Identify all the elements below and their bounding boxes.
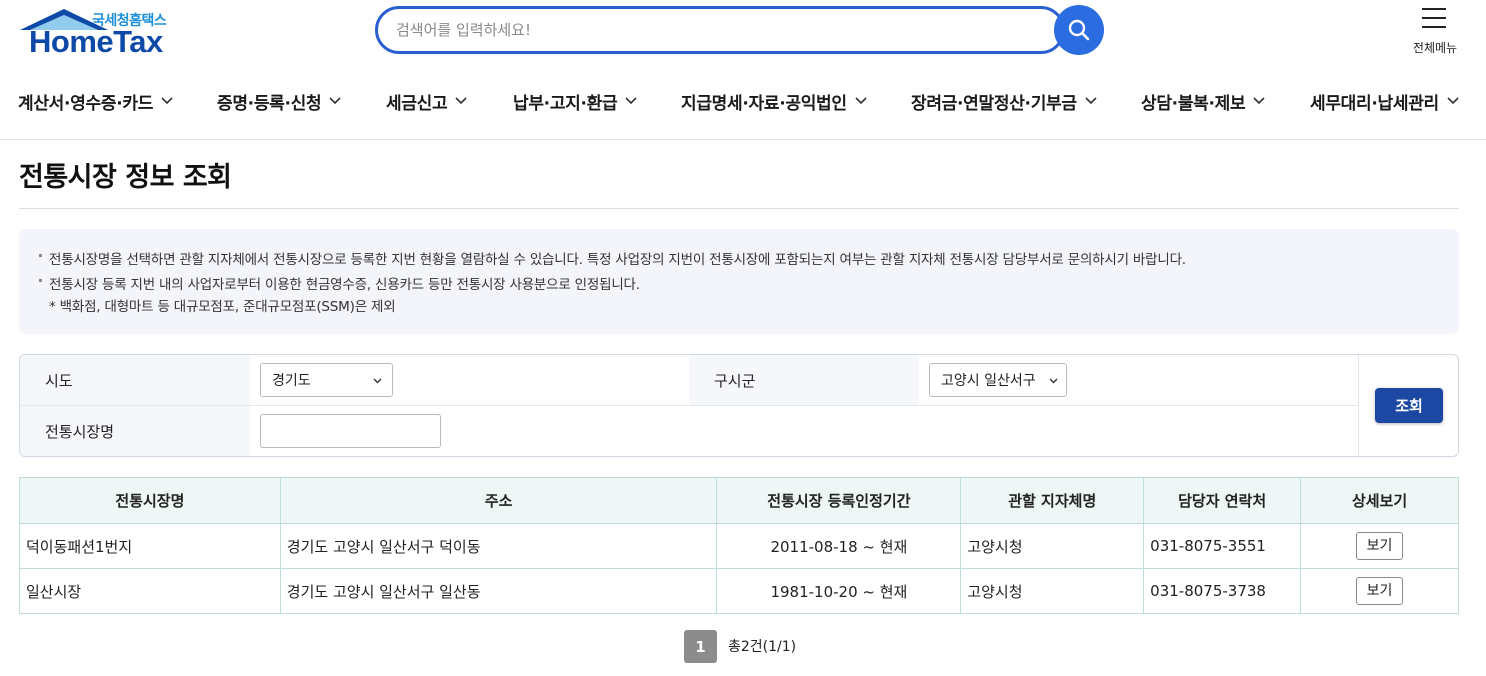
search-input[interactable] bbox=[396, 9, 1036, 51]
hamburger-icon bbox=[1422, 6, 1446, 28]
search-button-cell: 조회 bbox=[1358, 355, 1458, 456]
nav-item-label: 상담·불복·제보 bbox=[1141, 93, 1246, 114]
column-header-period: 전통시장 등록인정기간 bbox=[716, 477, 962, 524]
chevron-down-icon bbox=[455, 97, 467, 105]
column-header-detail: 상세보기 bbox=[1300, 477, 1459, 524]
table-row: 덕이동패션1번지 경기도 고양시 일산서구 덕이동 2011-08-18 ~ 현… bbox=[19, 523, 1459, 569]
search-form: 시도 경기도 구시군 고양시 일산서구 전통시장명 조회 bbox=[19, 354, 1459, 457]
all-menu-button[interactable]: 전체메뉴 bbox=[1406, 6, 1464, 58]
search-icon bbox=[1068, 19, 1090, 41]
view-detail-button[interactable]: 보기 bbox=[1356, 532, 1404, 560]
nav-item-label: 장려금·연말정산·기부금 bbox=[911, 93, 1077, 114]
cell-detail: 보기 bbox=[1300, 523, 1459, 569]
notice-line-2: 전통시장 등록 지번 내의 사업자로부터 이용한 현금영수증, 신용카드 등만 … bbox=[49, 277, 640, 293]
view-detail-button[interactable]: 보기 bbox=[1356, 577, 1404, 605]
nav-item-payment[interactable]: 납부·고지·환급 bbox=[513, 86, 637, 116]
hometax-logo[interactable]: 국세청홈택스 HomeTax bbox=[18, 6, 178, 59]
chevron-down-icon bbox=[625, 97, 637, 105]
bullet-icon bbox=[39, 254, 42, 257]
gusigun-label: 구시군 bbox=[714, 372, 756, 390]
chevron-down-icon bbox=[855, 97, 867, 105]
nav-item-certificates[interactable]: 증명·등록·신청 bbox=[217, 86, 341, 116]
cell-market-name: 덕이동패션1번지 bbox=[19, 523, 281, 569]
nav-item-tax-agent[interactable]: 세무대리·납세관리 bbox=[1310, 86, 1459, 116]
cell-authority: 고양시청 bbox=[960, 523, 1145, 569]
chevron-down-icon bbox=[1253, 97, 1265, 105]
all-menu-label: 전체메뉴 bbox=[1412, 41, 1458, 55]
cell-detail: 보기 bbox=[1300, 568, 1459, 614]
sido-selected-value: 경기도 bbox=[272, 373, 311, 389]
column-header-market-name: 전통시장명 bbox=[19, 477, 281, 524]
cell-contact: 031-8075-3738 bbox=[1143, 568, 1302, 614]
search-bar bbox=[375, 6, 1065, 54]
site-header: 국세청홈택스 HomeTax 전체메뉴 계산서·영수증·카드 증명·등록·신청 … bbox=[0, 0, 1486, 140]
market-name-label: 전통시장명 bbox=[45, 423, 115, 441]
market-name-input[interactable] bbox=[260, 414, 441, 448]
table-row: 일산시장 경기도 고양시 일산서구 일산동 1981-10-20 ~ 현재 고양… bbox=[19, 568, 1459, 614]
chevron-down-icon bbox=[161, 97, 173, 105]
title-divider bbox=[19, 208, 1459, 209]
sido-select[interactable]: 경기도 bbox=[260, 363, 393, 397]
cell-address: 경기도 고양시 일산서구 일산동 bbox=[279, 568, 718, 614]
notice-line-1: 전통시장명을 선택하면 관할 지자체에서 전통시장으로 등록한 지번 현황을 열… bbox=[49, 252, 1186, 268]
table-header-row: 전통시장명 주소 전통시장 등록인정기간 관할 지자체명 담당자 연락처 상세보… bbox=[19, 477, 1459, 524]
cell-contact: 031-8075-3551 bbox=[1143, 523, 1302, 569]
bullet-icon bbox=[39, 279, 42, 282]
nav-item-label: 증명·등록·신청 bbox=[217, 93, 322, 114]
page-title: 전통시장 정보 조회 bbox=[19, 162, 232, 193]
column-header-address: 주소 bbox=[279, 477, 718, 524]
nav-item-label: 계산서·영수증·카드 bbox=[18, 93, 154, 114]
chevron-down-icon bbox=[1085, 97, 1097, 105]
cell-market-name: 일산시장 bbox=[19, 568, 281, 614]
cell-period: 1981-10-20 ~ 현재 bbox=[716, 568, 962, 614]
notice-box: 전통시장명을 선택하면 관할 지자체에서 전통시장으로 등록한 지번 현황을 열… bbox=[19, 229, 1459, 334]
cell-authority: 고양시청 bbox=[960, 568, 1145, 614]
nav-item-consulting[interactable]: 상담·불복·제보 bbox=[1141, 86, 1265, 116]
cell-period: 2011-08-18 ~ 현재 bbox=[716, 523, 962, 569]
pagination-total: 총2건(1/1) bbox=[728, 639, 797, 655]
nav-item-incentives[interactable]: 장려금·연말정산·기부금 bbox=[911, 86, 1097, 116]
column-header-authority: 관할 지자체명 bbox=[960, 477, 1145, 524]
gusigun-select[interactable]: 고양시 일산서구 bbox=[929, 363, 1067, 397]
nav-item-label: 지급명세·자료·공익법인 bbox=[681, 93, 847, 114]
chevron-down-icon bbox=[1049, 378, 1058, 384]
column-header-contact: 담당자 연락처 bbox=[1143, 477, 1302, 524]
notice-line-3: * 백화점, 대형마트 등 대규모점포, 준대규모점포(SSM)은 제외 bbox=[49, 299, 396, 315]
chevron-down-icon bbox=[1447, 97, 1459, 105]
search-submit-button[interactable]: 조회 bbox=[1375, 388, 1443, 423]
nav-item-statements[interactable]: 지급명세·자료·공익법인 bbox=[681, 86, 867, 116]
nav-item-receipts[interactable]: 계산서·영수증·카드 bbox=[18, 86, 173, 116]
row-divider bbox=[20, 405, 1358, 406]
search-button[interactable] bbox=[1054, 5, 1104, 55]
logo-text: HomeTax bbox=[29, 24, 163, 59]
pagination-page-1[interactable]: 1 bbox=[684, 630, 717, 663]
gusigun-selected-value: 고양시 일산서구 bbox=[941, 373, 1036, 389]
cell-address: 경기도 고양시 일산서구 덕이동 bbox=[279, 523, 718, 569]
market-result-table: 전통시장명 주소 전통시장 등록인정기간 관할 지자체명 담당자 연락처 상세보… bbox=[19, 477, 1459, 614]
nav-item-tax-return[interactable]: 세금신고 bbox=[386, 86, 467, 116]
main-navigation: 계산서·영수증·카드 증명·등록·신청 세금신고 납부·고지·환급 지급명세·자… bbox=[0, 86, 1486, 116]
nav-item-label: 세무대리·납세관리 bbox=[1310, 93, 1439, 114]
nav-item-label: 세금신고 bbox=[386, 93, 448, 114]
chevron-down-icon bbox=[329, 97, 341, 105]
chevron-down-icon bbox=[373, 378, 382, 384]
nav-item-label: 납부·고지·환급 bbox=[513, 93, 618, 114]
sido-label: 시도 bbox=[45, 372, 73, 390]
